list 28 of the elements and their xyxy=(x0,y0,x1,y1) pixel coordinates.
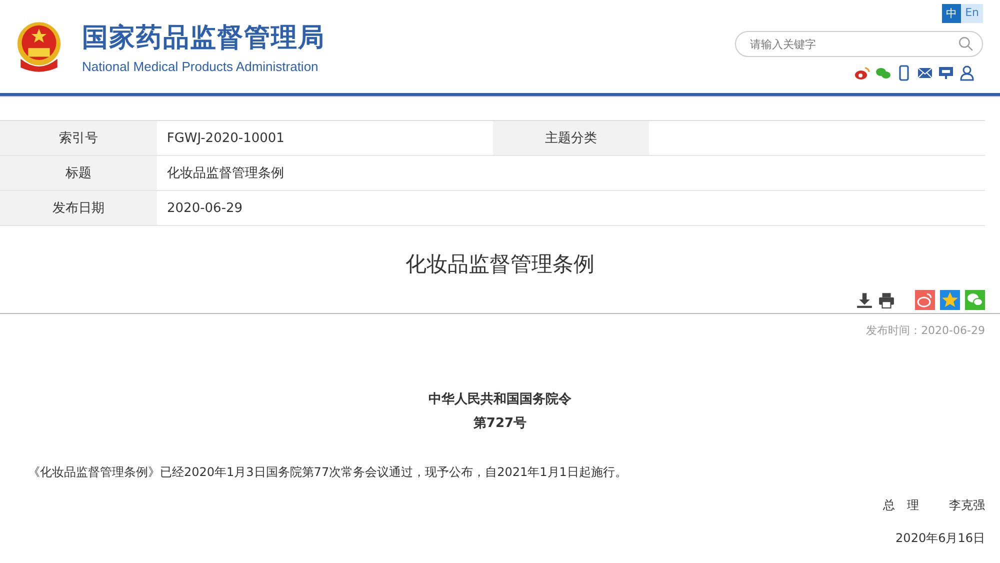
body-paragraph: 《化妆品监督管理条例》已经2020年1月3日国务院第77次常务会议通过，现予公布，自2021年1月1日起施行。 xyxy=(28,464,628,481)
language-tab[interactable]: 中 xyxy=(942,4,962,23)
field-label: 索引号 xyxy=(0,121,157,155)
star-share-icon[interactable] xyxy=(940,290,960,310)
mail-icon[interactable] xyxy=(917,65,933,81)
sign-date: 2020年6月16日 xyxy=(896,530,985,547)
print-icon[interactable] xyxy=(878,292,895,308)
decree-issuer: 中华人民共和国国务院令 xyxy=(428,390,572,408)
phone-icon[interactable] xyxy=(896,65,912,81)
field-label: 标题 xyxy=(0,156,157,190)
field-label: 主题分类 xyxy=(492,121,650,155)
site-title: 国家药品监督管理局 xyxy=(82,22,325,54)
wechat-icon[interactable] xyxy=(875,65,891,81)
signer-title: 总 理 xyxy=(883,497,919,514)
publish-time: 发布时间：2020-06-29 xyxy=(865,323,985,338)
search-icon[interactable] xyxy=(958,36,974,52)
site-subtitle: National Medical Products Administration xyxy=(82,58,320,74)
search-field[interactable]: 请输入关键字 xyxy=(735,31,983,57)
field-label: 发布日期 xyxy=(0,191,157,225)
signer-name: 李克强 xyxy=(949,497,985,514)
article-title: 化妆品监督管理条例 xyxy=(404,251,596,278)
monitor-icon[interactable] xyxy=(938,65,954,81)
weibo-share-icon[interactable] xyxy=(915,290,935,310)
user-icon[interactable] xyxy=(959,65,975,81)
download-icon[interactable] xyxy=(856,292,873,308)
weibo-icon[interactable] xyxy=(854,65,870,81)
language-tab[interactable]: En xyxy=(961,4,983,23)
decree-number: 第727号 xyxy=(472,415,528,432)
